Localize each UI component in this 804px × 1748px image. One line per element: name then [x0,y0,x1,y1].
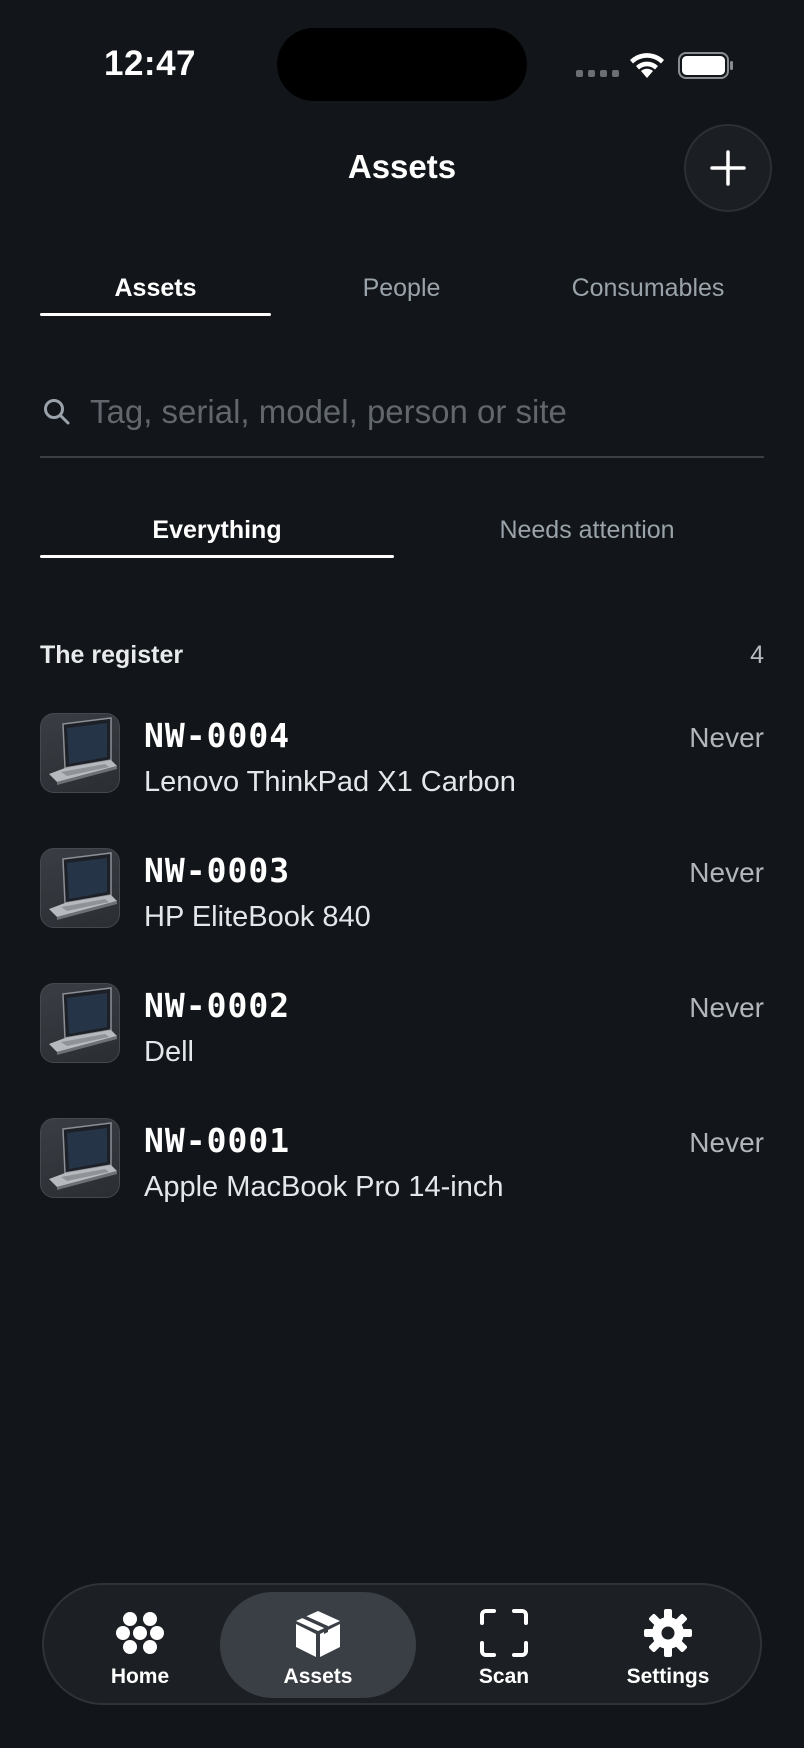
asset-row[interactable]: NW-0002 Dell Never [40,982,764,1117]
tab-active-indicator [40,313,271,316]
filter-everything[interactable]: Everything [40,516,394,545]
add-asset-button[interactable] [684,124,772,212]
section-title: The register [40,641,184,669]
tabbar-home[interactable]: Home [74,1585,206,1703]
section-count: 4 [750,641,764,669]
battery-icon [678,52,733,79]
tabbar-assets[interactable]: Assets [220,1585,416,1703]
wifi-icon [630,53,664,78]
search-bar [40,380,764,458]
search-input[interactable] [90,386,750,438]
laptop-icon [40,1118,120,1198]
asset-model: Apple MacBook Pro 14-inch [144,1171,504,1203]
asset-last-seen: Never [689,1127,764,1158]
section-tabs: Assets People Consumables [40,262,764,316]
tab-people[interactable]: People [286,274,517,303]
filter-active-indicator [40,555,394,558]
laptop-icon [40,713,120,793]
dynamic-island [277,28,527,101]
plus-icon [710,150,746,186]
bottom-tab-bar: Home Assets Scan Settings [42,1583,762,1705]
asset-last-seen: Never [689,992,764,1023]
asset-tag: NW-0004 [144,716,291,755]
tabbar-settings-label: Settings [626,1665,710,1688]
asset-model: HP EliteBook 840 [144,901,371,933]
asset-last-seen: Never [689,857,764,888]
asset-tag: NW-0002 [144,986,291,1025]
cellular-signal-icon [576,70,619,77]
asset-model: Lenovo ThinkPad X1 Carbon [144,766,516,798]
tabbar-assets-label: Assets [283,1665,353,1688]
tab-consumables[interactable]: Consumables [532,274,764,303]
asset-model: Dell [144,1036,194,1068]
asset-row[interactable]: NW-0001 Apple MacBook Pro 14-inch Never [40,1117,764,1252]
filter-segmented-control: Everything Needs attention [40,510,764,570]
asset-tag: NW-0001 [144,1121,291,1160]
tabbar-home-label: Home [110,1665,170,1688]
asset-last-seen: Never [689,722,764,753]
tabbar-scan-label: Scan [478,1665,530,1688]
gear-icon [644,1609,692,1657]
laptop-icon [40,983,120,1063]
status-bar: 12:47 [0,0,804,130]
filter-needs-attention[interactable]: Needs attention [410,516,764,545]
tabbar-settings[interactable]: Settings [588,1585,748,1703]
home-icon [116,1612,164,1654]
tabbar-scan[interactable]: Scan [424,1585,584,1703]
asset-row[interactable]: NW-0004 Lenovo ThinkPad X1 Carbon Never [40,712,764,847]
laptop-icon [40,848,120,928]
search-icon [44,399,70,425]
status-time: 12:47 [104,44,197,83]
scan-icon [480,1609,528,1657]
asset-tag: NW-0003 [144,851,291,890]
box-icon [296,1611,340,1657]
tab-assets[interactable]: Assets [40,274,271,303]
asset-list: NW-0004 Lenovo ThinkPad X1 Carbon Never … [40,712,764,1252]
asset-row[interactable]: NW-0003 HP EliteBook 840 Never [40,847,764,982]
